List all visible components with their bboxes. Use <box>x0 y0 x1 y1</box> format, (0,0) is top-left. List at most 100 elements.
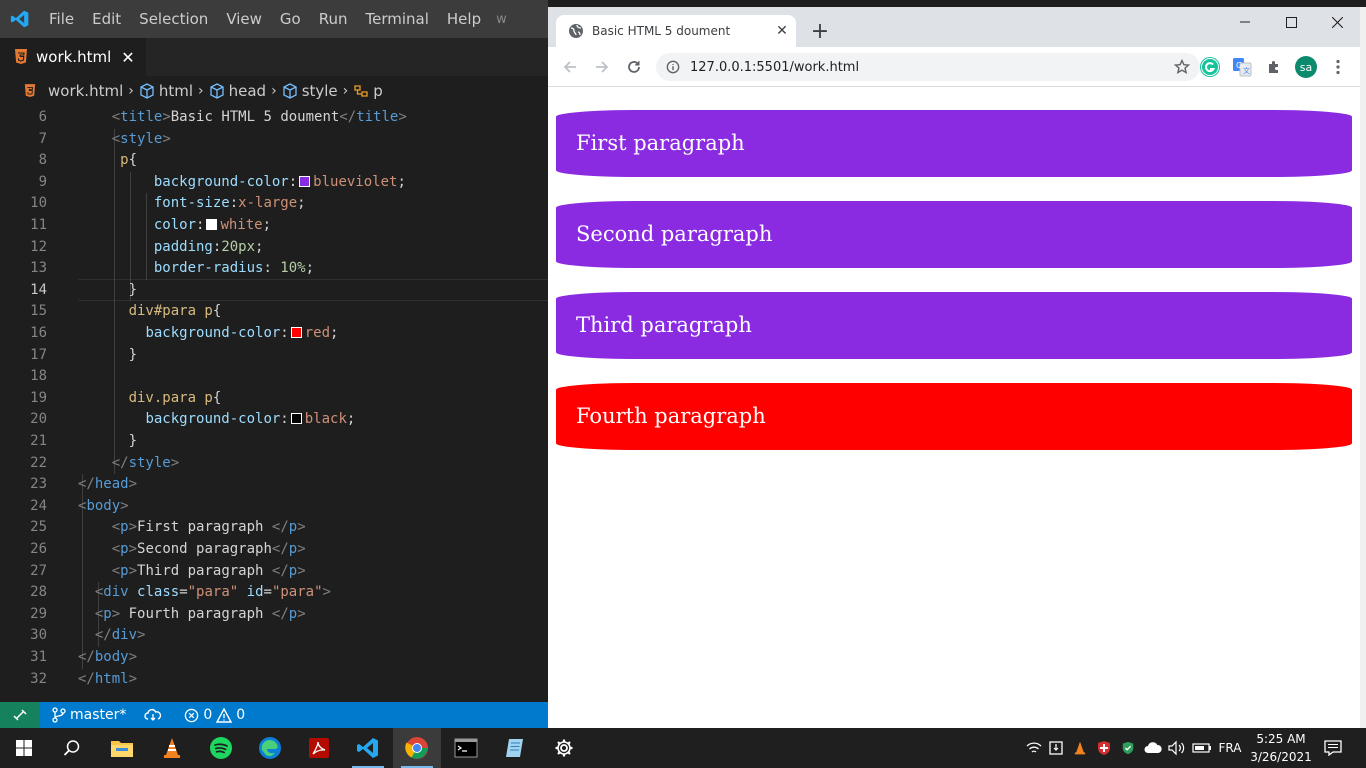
code-token: </ <box>271 519 289 536</box>
tray-battery[interactable] <box>1190 728 1214 768</box>
code-token: red <box>304 325 331 341</box>
action-center-button[interactable] <box>1320 728 1346 768</box>
taskbar-spotify[interactable] <box>197 728 245 768</box>
code-text: border-radius: 10%; <box>154 258 314 280</box>
taskbar-acrobat[interactable] <box>295 728 343 768</box>
acrobat-icon <box>309 738 329 758</box>
minimize-button[interactable] <box>1222 7 1268 37</box>
close-icon <box>1331 16 1343 28</box>
taskbar-settings[interactable] <box>540 728 588 768</box>
tray-security[interactable] <box>1118 728 1138 768</box>
code-token: > <box>128 476 138 493</box>
forward-button[interactable] <box>588 53 616 81</box>
tray-usb[interactable] <box>1046 728 1066 768</box>
color-swatch[interactable] <box>290 327 302 338</box>
code-token: title <box>356 109 399 125</box>
code-token: > <box>162 130 171 147</box>
star-icon[interactable] <box>1174 59 1190 75</box>
menu-item-go[interactable]: Go <box>271 10 310 28</box>
input-language[interactable]: FRA <box>1216 728 1244 768</box>
color-swatch[interactable] <box>290 413 302 425</box>
color-swatch[interactable] <box>299 175 311 187</box>
address-bar[interactable]: 127.0.0.1:5501/work.html <box>656 53 1200 81</box>
branch-name: master* <box>70 707 127 723</box>
taskbar-chrome[interactable] <box>393 728 441 768</box>
paragraph-1: First paragraph <box>556 110 1352 177</box>
code-token: > <box>111 605 121 622</box>
tab-work-html[interactable]: work.html ✕ <box>0 38 146 76</box>
problems-indicator[interactable]: 0 0 <box>184 707 245 723</box>
breadcrumb-item-style[interactable]: style <box>282 82 338 100</box>
chrome-icon <box>405 737 428 759</box>
menu-item-selection[interactable]: Selection <box>130 10 217 28</box>
code-line: 30 </div> <box>0 625 548 647</box>
chrome-tab-close-button[interactable]: ✕ <box>768 23 796 39</box>
info-icon[interactable] <box>666 60 680 74</box>
warning-count: 0 <box>236 707 246 723</box>
reload-button[interactable] <box>620 53 648 81</box>
usb-drive-icon <box>1049 741 1063 755</box>
back-button[interactable] <box>556 53 584 81</box>
grammarly-extension[interactable] <box>1198 55 1222 79</box>
translate-extension[interactable]: G文 <box>1230 55 1254 79</box>
chevron-right-icon: › <box>342 83 349 99</box>
breadcrumb-item-file[interactable]: work.html <box>18 82 123 100</box>
status-bar: master* 0 0 <box>0 702 548 728</box>
spotify-icon <box>210 737 232 759</box>
taskbar-terminal[interactable] <box>442 728 490 768</box>
branch-indicator[interactable]: master* <box>52 707 126 723</box>
sync-button[interactable] <box>144 708 166 722</box>
close-window-button[interactable] <box>1314 7 1360 37</box>
remote-button[interactable] <box>0 702 40 728</box>
code-token: > <box>128 562 138 579</box>
chrome-menu-button[interactable] <box>1326 55 1350 79</box>
code-token: div#para p <box>128 303 213 320</box>
menu-item-terminal[interactable]: Terminal <box>357 10 438 28</box>
code-token: : <box>288 173 298 190</box>
breadcrumb-item-head[interactable]: head <box>209 82 266 100</box>
vscode-logo-icon[interactable] <box>0 0 40 38</box>
tray-onedrive[interactable] <box>1142 728 1164 768</box>
taskbar-file-explorer[interactable] <box>98 728 146 768</box>
start-button[interactable] <box>0 728 48 768</box>
menu-item-view[interactable]: View <box>217 10 271 28</box>
maximize-button[interactable] <box>1268 7 1314 37</box>
code-token: </ <box>94 627 112 644</box>
clock[interactable]: 5:25 AM 3/26/2021 <box>1248 730 1314 766</box>
breadcrumb-item-p[interactable]: p <box>353 82 383 100</box>
color-swatch[interactable] <box>206 219 218 230</box>
chrome-tab[interactable]: Basic HTML 5 doument ✕ <box>556 15 796 47</box>
menu-item-edit[interactable]: Edit <box>83 10 130 28</box>
paragraph-3: Third paragraph <box>556 292 1352 359</box>
tab-close-button[interactable]: ✕ <box>121 48 134 67</box>
search-button[interactable] <box>48 728 96 768</box>
minimize-icon <box>1240 21 1250 23</box>
code-editor[interactable]: 6 <title>Basic HTML 5 doument</title> 7 <st… <box>0 106 548 702</box>
code-token: 20px <box>221 238 256 255</box>
page-scrollbar[interactable] <box>1360 7 1366 728</box>
taskbar-vscode[interactable] <box>344 728 392 768</box>
tray-antivirus[interactable] <box>1094 728 1114 768</box>
tray-vlc[interactable] <box>1070 728 1090 768</box>
menu-item-run[interactable]: Run <box>310 10 357 28</box>
taskbar-notes-app[interactable] <box>491 728 539 768</box>
tray-volume[interactable] <box>1166 728 1188 768</box>
taskbar-vlc[interactable] <box>148 728 196 768</box>
code-line: 27 <p>Third paragraph </p> <box>0 561 548 583</box>
paragraph-4: Fourth paragraph <box>556 383 1352 450</box>
code-text: </div> <box>95 625 146 647</box>
chevron-right-icon: › <box>128 83 134 99</box>
tray-network-activity[interactable] <box>1024 728 1044 768</box>
breadcrumb-item-html[interactable]: html <box>139 82 193 100</box>
puzzle-icon <box>1269 61 1278 73</box>
speaker-icon <box>1168 740 1185 756</box>
profile-avatar[interactable]: sa <box>1294 55 1318 79</box>
code-token: html <box>94 670 129 687</box>
menu-item-file[interactable]: File <box>40 10 83 28</box>
code-line: 17} <box>0 345 548 367</box>
taskbar-edge[interactable] <box>246 728 294 768</box>
code-text: <style> <box>112 129 171 151</box>
new-tab-button[interactable]: + <box>806 17 834 45</box>
extensions-button[interactable] <box>1262 55 1286 79</box>
menu-item-help[interactable]: Help <box>438 10 490 28</box>
